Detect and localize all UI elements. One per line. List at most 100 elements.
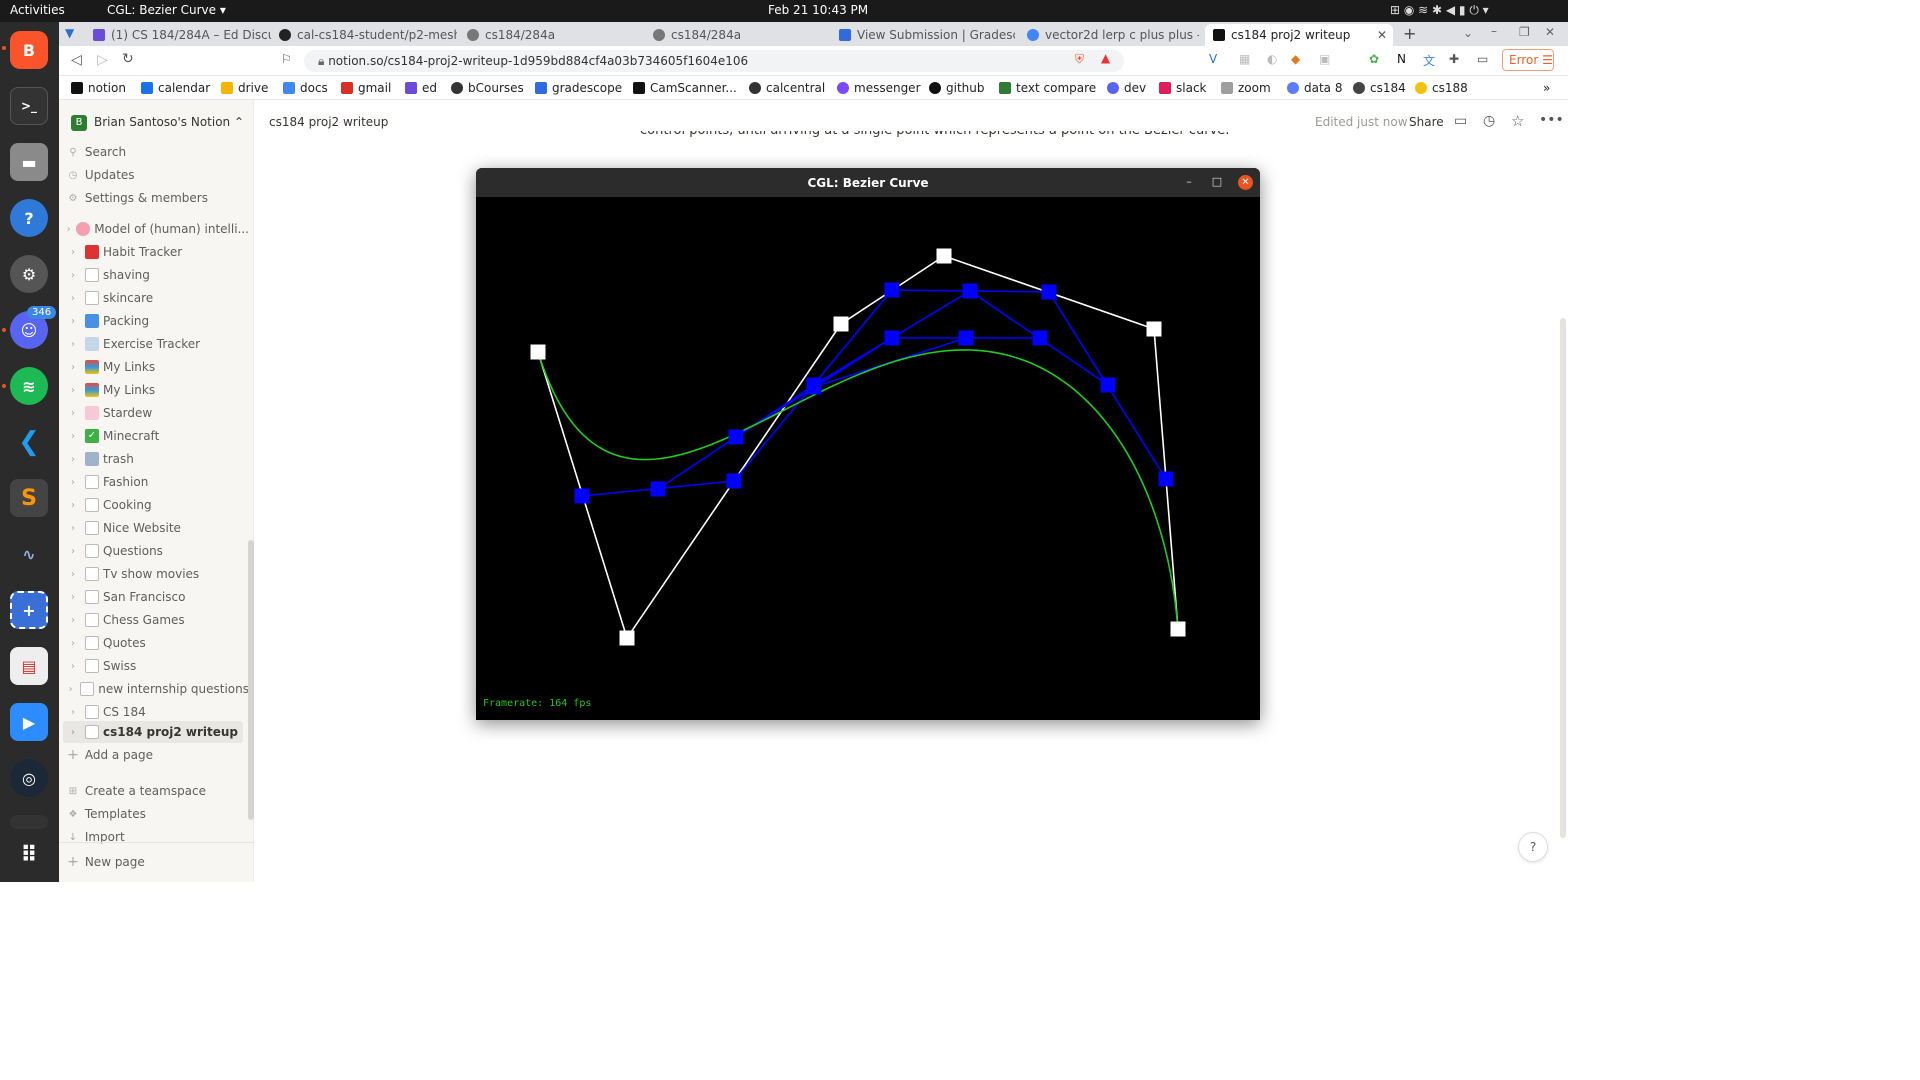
sidebar-page[interactable]: › Cooking [59, 494, 249, 516]
sidebar-page[interactable]: › My Links [59, 356, 249, 378]
color-extension-icon[interactable]: ✿ [1369, 52, 1379, 66]
main-scrollbar[interactable] [1560, 318, 1566, 838]
sidebar-page[interactable]: › Tv show movies [59, 563, 249, 585]
import-button[interactable]: ↓ Import [59, 826, 249, 848]
sidebar-page[interactable]: › San Francisco [59, 586, 249, 608]
control-point[interactable] [833, 316, 849, 332]
sidebar-search[interactable]: ⚲ Search [59, 141, 249, 163]
bookmark-data8[interactable]: data 8 [1287, 81, 1342, 95]
sidebar-page[interactable]: › Nice Website [59, 517, 249, 539]
bookmark-cs188[interactable]: cs188 [1415, 81, 1468, 95]
sidebar-page[interactable]: › ✓ Minecraft [59, 425, 249, 447]
close-tab-icon[interactable]: ✕ [1377, 28, 1387, 42]
sidebar-page[interactable]: › Exercise Tracker [59, 333, 249, 355]
sidebar-page[interactable]: › new internship questions [59, 678, 249, 700]
bookmark-icon[interactable]: ⚐ [281, 52, 292, 66]
settings-icon[interactable]: ⚙ [10, 255, 48, 293]
workspace-switcher[interactable]: Brian Santoso's Notion ⌃ [94, 115, 244, 129]
maximize-icon[interactable]: □ [1210, 175, 1224, 189]
tab-github[interactable]: cal-cs184-student/p2-meshedit [279, 24, 457, 46]
restore-browser-icon[interactable]: ❐ [1519, 25, 1530, 39]
bookmark-bcourses[interactable]: bCourses [451, 81, 524, 95]
notion-extension-icon[interactable]: N [1397, 52, 1406, 66]
sidebar-settings[interactable]: ⚙ Settings & members [59, 187, 249, 209]
bookmark-github[interactable]: github [929, 81, 984, 95]
screenshot-icon[interactable]: + [10, 591, 48, 629]
intermediate-point[interactable] [1032, 330, 1048, 346]
extension-vimium-icon[interactable]: V [1209, 52, 1217, 66]
intermediate-point[interactable] [726, 473, 742, 489]
sidebar-page[interactable]: › Fashion [59, 471, 249, 493]
sidebar-page[interactable]: › Habit Tracker [59, 241, 249, 263]
bezier-canvas[interactable] [476, 197, 1260, 720]
help-icon[interactable]: ? [10, 199, 48, 237]
sidebar-page[interactable]: › Model of (human) intelli... [59, 218, 249, 240]
tab-cs184-a[interactable]: cs184/284a [467, 24, 637, 46]
intermediate-point[interactable] [574, 488, 590, 504]
control-point[interactable] [936, 248, 952, 264]
intermediate-point[interactable] [806, 379, 822, 395]
bookmark-slack[interactable]: slack [1159, 81, 1207, 95]
wallet-icon[interactable]: ▭ [1477, 52, 1488, 66]
bookmark-calendar[interactable]: calendar [141, 81, 210, 95]
spotify-icon[interactable]: ≋ [10, 367, 48, 405]
close-browser-icon[interactable]: ✕ [1545, 25, 1555, 39]
sidebar-page[interactable]: › trash [59, 448, 249, 470]
intermediate-point[interactable] [962, 283, 978, 299]
more-options-icon[interactable]: ••• [1539, 112, 1564, 128]
metamask-icon[interactable]: ◆ [1291, 52, 1300, 66]
tab-search-icon[interactable]: ⌄ [1463, 26, 1473, 40]
comments-icon[interactable]: ▭ [1454, 113, 1467, 129]
bookmark-gmail[interactable]: gmail [341, 81, 391, 95]
sidebar-page[interactable]: › skincare [59, 287, 249, 309]
sublime-icon[interactable]: S [10, 479, 48, 517]
app-icon[interactable] [10, 815, 48, 829]
active-app-menu[interactable]: CGL: Bezier Curve ▾ [107, 3, 226, 17]
sidebar-page[interactable]: › Packing [59, 310, 249, 332]
create-teamspace-button[interactable]: ⊞ Create a teamspace [59, 780, 249, 802]
extension-icon[interactable]: ◐ [1267, 52, 1277, 66]
brave-wallet-icon[interactable]: ▼ [65, 26, 74, 40]
new-page-button[interactable]: + New page [59, 851, 249, 873]
sidebar-page[interactable]: › Questions [59, 540, 249, 562]
show-apps-icon[interactable]: ⠿ [10, 836, 48, 874]
bookmark-calcentral[interactable]: calcentral [749, 81, 825, 95]
extension-icon[interactable]: ▣ [1319, 52, 1330, 66]
sidebar-scrollbar[interactable] [248, 540, 254, 820]
bookmark-notion[interactable]: notion [71, 81, 126, 95]
share-button[interactable]: Share [1409, 115, 1444, 129]
bookmark-text-compare[interactable]: text compare [999, 81, 1096, 95]
system-tray-icons[interactable]: ⊞ ◉ ≋ ✱ ◀ ▮ ⏻ ▾ [1390, 3, 1489, 18]
brave-rewards-icon[interactable]: ▲ [1101, 51, 1110, 65]
more-bookmarks-icon[interactable]: » [1543, 81, 1550, 95]
tab-gradescope[interactable]: View Submission | Gradescope [839, 24, 1015, 46]
bookmark-docs[interactable]: docs [283, 81, 328, 95]
sidebar-page[interactable]: › My Links [59, 379, 249, 401]
sidebar-page[interactable]: › Swiss [59, 655, 249, 677]
document-viewer-icon[interactable]: ▤ [10, 647, 48, 685]
sidebar-page-active[interactable]: › cs184 proj2 writeup [63, 721, 243, 743]
minimize-browser-icon[interactable]: – [1491, 24, 1497, 38]
error-button[interactable]: Error ☰ [1502, 49, 1554, 71]
control-point[interactable] [1170, 621, 1186, 637]
files-icon[interactable]: ▬ [10, 143, 48, 181]
sidebar-page[interactable]: › shaving [59, 264, 249, 286]
bookmark-gradescope[interactable]: gradescope [535, 81, 622, 95]
bookmark-drive[interactable]: drive [221, 81, 268, 95]
bookmark-camscanner[interactable]: CamScanner... [633, 81, 737, 95]
bookmark-ed[interactable]: ed [405, 81, 437, 95]
zoom-icon[interactable]: ▶ [10, 703, 48, 741]
minimize-icon[interactable]: – [1182, 175, 1196, 189]
intermediate-point[interactable] [1041, 284, 1057, 300]
templates-button[interactable]: ❖ Templates [59, 803, 249, 825]
translate-icon[interactable]: 文 [1423, 52, 1435, 69]
new-tab-icon[interactable]: + [1403, 24, 1416, 43]
intermediate-point[interactable] [1158, 471, 1174, 487]
tab-google-search[interactable]: vector2d lerp c plus plus - Google [1027, 24, 1199, 46]
sidebar-page[interactable]: › Stardew [59, 402, 249, 424]
intermediate-point[interactable] [884, 282, 900, 298]
sidebar-page[interactable]: › Chess Games [59, 609, 249, 631]
bookmark-dev[interactable]: dev [1107, 81, 1146, 95]
tab-ed-discussion[interactable]: (1) CS 184/284A – Ed Discussion [93, 24, 271, 46]
extension-icon[interactable]: ▦ [1239, 52, 1250, 66]
